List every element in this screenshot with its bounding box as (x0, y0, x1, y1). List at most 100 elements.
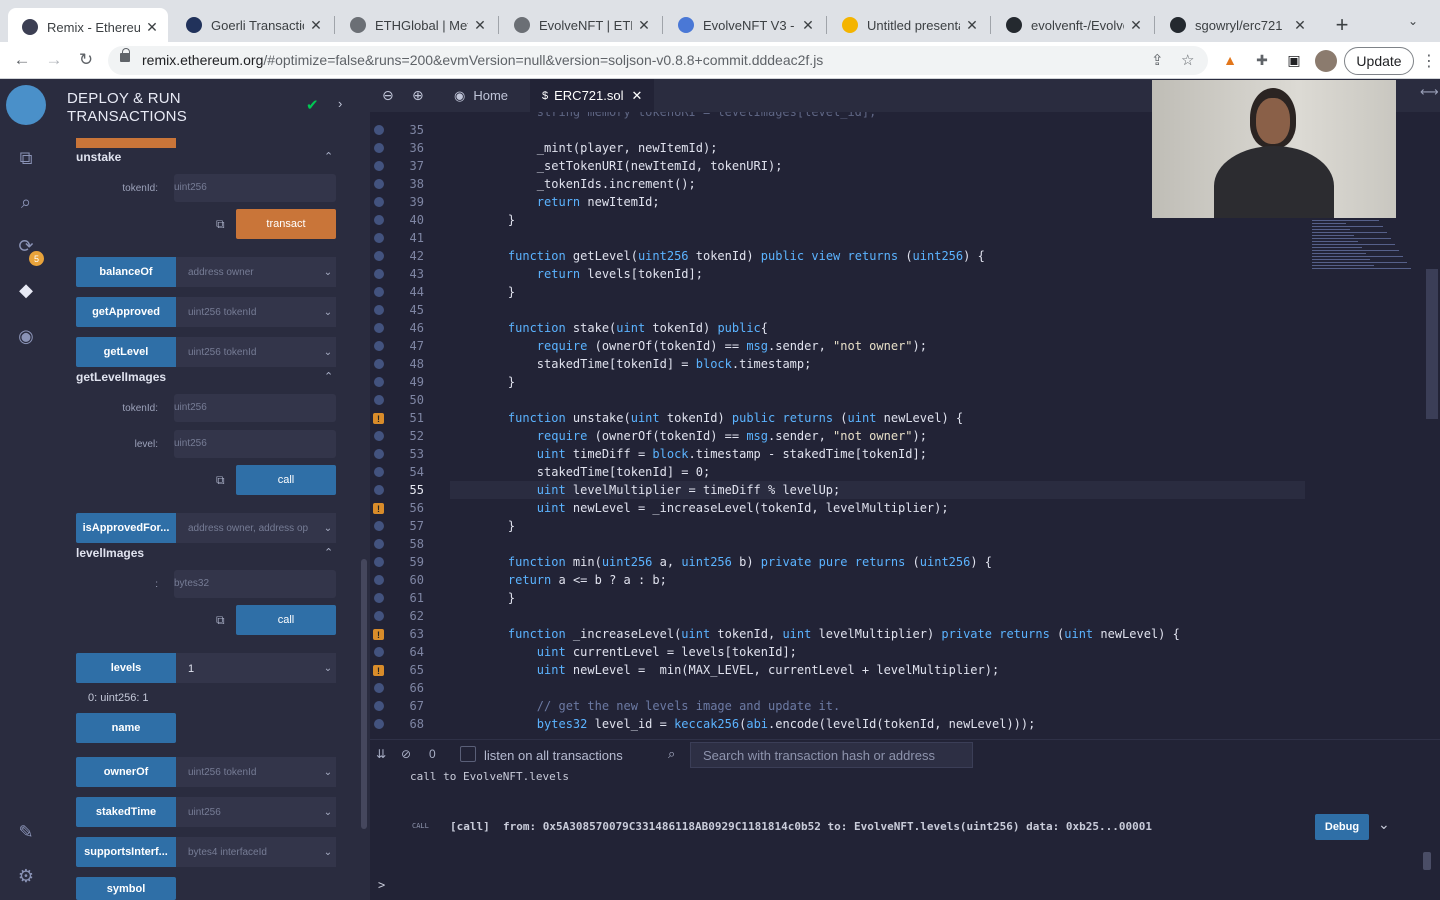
browser-tab[interactable]: Goerli Transaction✕ (172, 8, 332, 42)
breakpoint-dot-icon[interactable] (374, 215, 384, 225)
supportsinterface-input[interactable]: bytes4 interfaceId (176, 837, 320, 867)
browser-menu-icon[interactable]: ⋮ (1421, 51, 1437, 71)
breakpoint-dot-icon[interactable] (374, 287, 384, 297)
collapse-terminal-icon[interactable]: ⇊ (376, 747, 386, 761)
tx-search-input[interactable]: Search with transaction hash or address (690, 742, 973, 768)
chevron-right-icon[interactable]: › (338, 96, 342, 111)
stakedtime-button[interactable]: stakedTime (76, 797, 176, 827)
address-bar[interactable]: remix.ethereum.org/#optimize=false&runs=… (108, 46, 1208, 75)
breakpoint-dot-icon[interactable] (374, 269, 384, 279)
deploy-run-icon[interactable]: ◆ (13, 277, 39, 303)
close-tab-icon[interactable]: ✕ (144, 19, 160, 36)
close-tab-icon[interactable]: ✕ (1292, 17, 1308, 34)
settings-gear-icon[interactable]: ⚙ (13, 863, 39, 889)
breakpoint-dot-icon[interactable] (374, 161, 384, 171)
zoom-out-icon[interactable]: ⊖ (382, 87, 394, 104)
debug-button[interactable]: Debug (1315, 814, 1369, 840)
breakpoint-dot-icon[interactable] (374, 179, 384, 189)
levels-input[interactable]: 1 (176, 653, 320, 683)
breakpoint-dot-icon[interactable] (374, 377, 384, 387)
extensions-puzzle-icon[interactable]: ✚ (1253, 51, 1271, 69)
copy-calldata-icon[interactable]: ⧉ (216, 473, 225, 488)
balanceof-input[interactable]: address owner (176, 257, 320, 287)
copy-calldata-icon[interactable]: ⧉ (216, 217, 225, 232)
breakpoint-dot-icon[interactable] (374, 719, 384, 729)
ownerof-input[interactable]: uint256 tokenId (176, 757, 320, 787)
breakpoint-dot-icon[interactable] (374, 143, 384, 153)
close-tab-icon[interactable]: ✕ (964, 17, 980, 34)
chevron-down-icon[interactable]: ⌄ (320, 653, 336, 683)
breakpoint-dot-icon[interactable] (374, 539, 384, 549)
supportsinterface-button[interactable]: supportsInterf... (76, 837, 176, 867)
tab-erc721[interactable]: $ ERC721.sol ✕ (530, 79, 655, 112)
close-tab-icon[interactable]: ✕ (632, 88, 643, 104)
breakpoint-dot-icon[interactable] (374, 449, 384, 459)
chevron-down-icon[interactable]: ⌄ (320, 797, 336, 827)
share-icon[interactable]: ⇪ (1151, 51, 1164, 69)
balanceof-button[interactable]: balanceOf (76, 257, 176, 287)
back-icon[interactable]: ← (11, 50, 33, 70)
browser-tab[interactable]: ETHGlobal | Meta ✕ (336, 8, 496, 42)
levelimages-call-button[interactable]: call (236, 605, 336, 635)
expand-panel-icon[interactable]: ⟷ (1420, 84, 1439, 100)
bookmark-star-icon[interactable]: ☆ (1181, 51, 1194, 69)
browser-tab[interactable]: EvolveNFT V3 - C✕ (664, 8, 824, 42)
getlevel-input[interactable]: uint256 tokenId (176, 337, 320, 367)
name-button[interactable]: name (76, 713, 176, 743)
breakpoint-dot-icon[interactable] (374, 467, 384, 477)
getlevelimages-level-input[interactable]: uint256 (174, 430, 336, 458)
remix-logo-icon[interactable] (6, 85, 46, 125)
isapprovedforall-input[interactable]: address owner, address op (176, 513, 320, 543)
getlevel-button[interactable]: getLevel (76, 337, 176, 367)
metamask-fox-icon[interactable]: ▲ (1221, 51, 1239, 69)
update-button[interactable]: Update (1344, 47, 1414, 75)
search-icon[interactable]: ⌕ (13, 189, 39, 215)
tab-home[interactable]: ◉ Home (446, 79, 516, 112)
breakpoint-dot-icon[interactable] (374, 521, 384, 531)
getapproved-button[interactable]: getApproved (76, 297, 176, 327)
close-tab-icon[interactable]: ✕ (1128, 17, 1144, 34)
getlevelimages-tokenid-input[interactable]: uint256 (174, 394, 336, 422)
warning-icon[interactable]: ! (373, 413, 384, 424)
editor-scrollbar[interactable] (1426, 269, 1438, 419)
browser-tab[interactable]: sgowryl/erc721 ✕ (1156, 8, 1316, 42)
breakpoint-dot-icon[interactable] (374, 485, 384, 495)
browser-tab[interactable]: EvolveNFT | ETHG✕ (500, 8, 660, 42)
breakpoint-dot-icon[interactable] (374, 647, 384, 657)
levelimages-input[interactable]: bytes32 (174, 570, 336, 598)
collapse-getlevelimages-icon[interactable]: ⌃ (324, 370, 333, 383)
chevron-down-icon[interactable]: ⌄ (320, 297, 336, 327)
ownerof-button[interactable]: ownerOf (76, 757, 176, 787)
clear-console-icon[interactable]: ⊘ (401, 747, 411, 761)
console-prompt[interactable]: > (378, 878, 385, 892)
breakpoint-dot-icon[interactable] (374, 305, 384, 315)
breakpoint-dot-icon[interactable] (374, 197, 384, 207)
close-tab-icon[interactable]: ✕ (308, 17, 324, 34)
breakpoint-dot-icon[interactable] (374, 125, 384, 135)
warning-icon[interactable]: ! (373, 503, 384, 514)
collapse-levelimages-icon[interactable]: ⌃ (324, 546, 333, 559)
breakpoint-dot-icon[interactable] (374, 431, 384, 441)
zoom-in-icon[interactable]: ⊕ (412, 87, 424, 104)
breakpoint-dot-icon[interactable] (374, 557, 384, 567)
warning-icon[interactable]: ! (373, 665, 384, 676)
transact-button-edge[interactable] (76, 138, 176, 148)
breakpoint-dot-icon[interactable] (374, 341, 384, 351)
plugin-manager-icon[interactable]: ◉ (13, 323, 39, 349)
collapse-unstake-icon[interactable]: ⌃ (324, 150, 333, 163)
breakpoint-dot-icon[interactable] (374, 233, 384, 243)
warning-icon[interactable]: ! (373, 629, 384, 640)
close-tab-icon[interactable]: ✕ (800, 17, 816, 34)
chevron-down-icon[interactable]: ⌄ (320, 837, 336, 867)
file-explorer-icon[interactable]: ⧉ (13, 145, 39, 171)
levels-button[interactable]: levels (76, 653, 176, 683)
breakpoint-dot-icon[interactable] (374, 575, 384, 585)
breakpoint-dot-icon[interactable] (374, 359, 384, 369)
copy-calldata-icon[interactable]: ⧉ (216, 613, 225, 628)
close-tab-icon[interactable]: ✕ (472, 17, 488, 34)
forward-icon[interactable]: → (43, 50, 65, 70)
listen-checkbox[interactable] (460, 746, 476, 762)
plugin-wrench-icon[interactable]: ✎ (13, 819, 39, 845)
panel-scrollbar[interactable] (361, 559, 367, 829)
breakpoint-dot-icon[interactable] (374, 323, 384, 333)
